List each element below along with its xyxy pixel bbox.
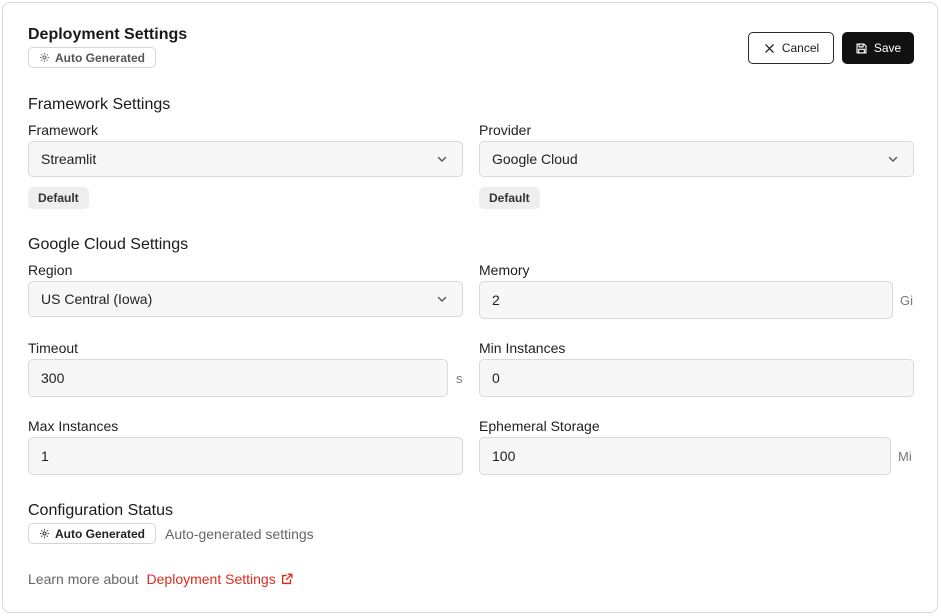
ephemeral-storage-unit: Mi bbox=[898, 449, 912, 464]
max-instances-label: Max Instances bbox=[28, 418, 119, 434]
min-instances-input[interactable]: 0 bbox=[479, 359, 914, 397]
ephemeral-storage-label: Ephemeral Storage bbox=[479, 418, 600, 434]
header-status-badge: Auto Generated bbox=[28, 47, 157, 68]
min-instances-input-value: 0 bbox=[492, 370, 500, 386]
provider-select-value: Google Cloud bbox=[492, 151, 578, 167]
gear-icon bbox=[40, 529, 49, 538]
cloud-settings-title: Google Cloud Settings bbox=[28, 236, 189, 253]
footer-learn-more: Learn more about Deployment Settings bbox=[28, 571, 294, 587]
framework-settings-title: Framework Settings bbox=[28, 96, 171, 113]
memory-label: Memory bbox=[479, 262, 530, 278]
external-link-icon bbox=[281, 573, 293, 585]
region-label: Region bbox=[28, 262, 73, 278]
save-button-label: Save bbox=[873, 41, 902, 55]
close-icon bbox=[765, 43, 774, 53]
timeout-input[interactable]: 300 bbox=[28, 359, 448, 397]
timeout-unit: s bbox=[456, 371, 463, 386]
ephemeral-storage-input[interactable]: 100 bbox=[479, 437, 891, 475]
chevron-down-icon bbox=[437, 296, 447, 302]
page-title: Deployment Settings bbox=[28, 26, 188, 43]
config-status-title: Configuration Status bbox=[28, 502, 173, 519]
region-select-value: US Central (Iowa) bbox=[41, 291, 153, 307]
memory-input[interactable]: 2 bbox=[479, 281, 893, 319]
config-status-badge-label: Auto Generated bbox=[55, 526, 146, 541]
provider-label: Provider bbox=[479, 122, 532, 138]
region-select[interactable]: US Central (Iowa) bbox=[28, 281, 463, 317]
framework-label: Framework bbox=[28, 122, 99, 138]
save-button[interactable]: Save bbox=[842, 32, 914, 64]
config-status-badge: Auto Generated bbox=[28, 523, 157, 544]
chevron-down-icon bbox=[888, 156, 898, 162]
memory-unit: Gi bbox=[900, 293, 913, 308]
timeout-label: Timeout bbox=[28, 340, 79, 356]
timeout-input-value: 300 bbox=[41, 370, 65, 386]
gear-icon bbox=[40, 53, 49, 62]
provider-default-badge: Default bbox=[479, 187, 540, 209]
footer-prefix: Learn more about bbox=[28, 571, 139, 587]
max-instances-input-value: 1 bbox=[41, 448, 49, 464]
cancel-button-label: Cancel bbox=[781, 41, 820, 55]
provider-select[interactable]: Google Cloud bbox=[479, 141, 914, 177]
config-status-description: Auto-generated settings bbox=[165, 525, 314, 542]
chevron-down-icon bbox=[437, 156, 447, 162]
header-badge-label: Auto Generated bbox=[55, 50, 146, 65]
deployment-settings-link[interactable]: Deployment Settings bbox=[147, 571, 294, 587]
framework-default-badge: Default bbox=[28, 187, 89, 209]
config-status-row: Auto Generated Auto-generated settings bbox=[28, 523, 314, 544]
deployment-settings-link-label: Deployment Settings bbox=[146, 571, 276, 587]
framework-select-value: Streamlit bbox=[41, 151, 97, 167]
memory-input-value: 2 bbox=[492, 292, 500, 308]
min-instances-label: Min Instances bbox=[479, 340, 566, 356]
ephemeral-storage-input-value: 100 bbox=[492, 448, 516, 464]
save-icon bbox=[856, 42, 867, 54]
max-instances-input[interactable]: 1 bbox=[28, 437, 463, 475]
cancel-button[interactable]: Cancel bbox=[748, 32, 834, 64]
framework-select[interactable]: Streamlit bbox=[28, 141, 463, 177]
